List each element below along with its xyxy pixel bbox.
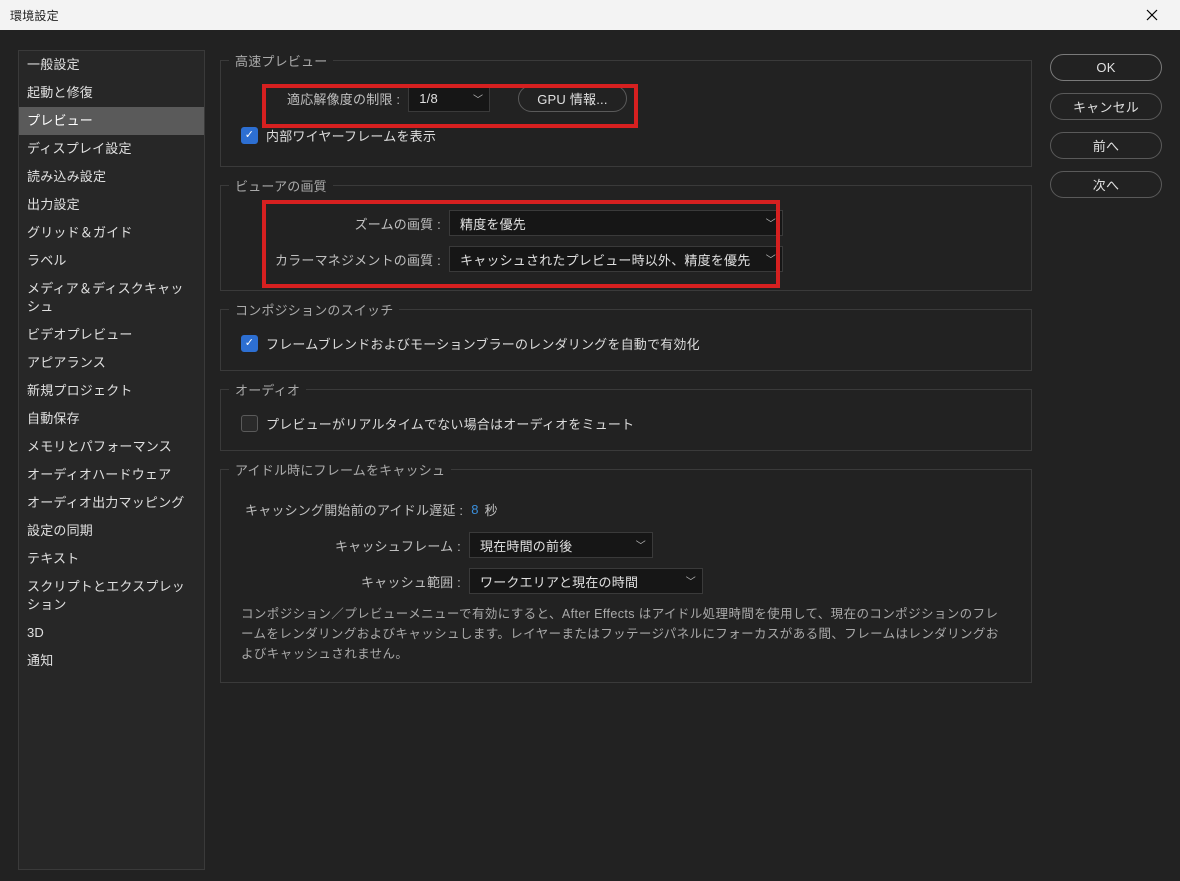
sidebar-item-video-preview[interactable]: ビデオプレビュー bbox=[19, 321, 204, 349]
chevron-down-icon: ﹀ bbox=[473, 90, 483, 105]
zoom-quality-label: ズームの画質 : bbox=[241, 214, 441, 233]
sidebar-item-media-disk-cache[interactable]: メディア＆ディスクキャッシュ bbox=[19, 275, 204, 321]
sidebar-item-sync-settings[interactable]: 設定の同期 bbox=[19, 517, 204, 545]
color-mgmt-quality-select[interactable]: キャッシュされたプレビュー時以外、精度を優先 ﹀ bbox=[449, 246, 783, 272]
sidebar-item-new-project[interactable]: 新規プロジェクト bbox=[19, 377, 204, 405]
window-title: 環境設定 bbox=[10, 7, 59, 24]
group-title: アイドル時にフレームをキャッシュ bbox=[229, 460, 451, 479]
sidebar-item-labels[interactable]: ラベル bbox=[19, 247, 204, 275]
color-mgmt-quality-label: カラーマネジメントの画質 : bbox=[241, 250, 441, 269]
close-button[interactable] bbox=[1132, 0, 1172, 30]
cache-range-select[interactable]: ワークエリアと現在の時間 ﹀ bbox=[469, 568, 703, 594]
sidebar-item-type[interactable]: テキスト bbox=[19, 545, 204, 573]
group-viewer-quality: ビューアの画質 ズームの画質 : 精度を優先 ﹀ カラーマネジメントの画質 : … bbox=[220, 185, 1032, 291]
next-button[interactable]: 次へ bbox=[1050, 171, 1162, 198]
group-comp-switches: コンポジションのスイッチ フレームブレンドおよびモーションブラーのレンダリングを… bbox=[220, 309, 1032, 371]
previous-button[interactable]: 前へ bbox=[1050, 132, 1162, 159]
chevron-down-icon: ﹀ bbox=[766, 251, 776, 266]
idle-delay-value[interactable]: 8 bbox=[471, 502, 478, 517]
close-icon bbox=[1146, 9, 1158, 21]
show-internal-wireframes-checkbox[interactable]: 内部ワイヤーフレームを表示 bbox=[241, 126, 436, 145]
sidebar-item-import[interactable]: 読み込み設定 bbox=[19, 163, 204, 191]
adaptive-resolution-select[interactable]: 1/8 ﹀ bbox=[408, 86, 490, 112]
sidebar-item-general[interactable]: 一般設定 bbox=[19, 51, 204, 79]
sidebar-item-output[interactable]: 出力設定 bbox=[19, 191, 204, 219]
select-value: 精度を優先 bbox=[460, 214, 526, 233]
adaptive-resolution-label: 適応解像度の制限 : bbox=[287, 89, 400, 108]
sidebar-item-notifications[interactable]: 通知 bbox=[19, 647, 204, 675]
sidebar-item-audio-hardware[interactable]: オーディオハードウェア bbox=[19, 461, 204, 489]
select-value: ワークエリアと現在の時間 bbox=[480, 572, 638, 591]
checkbox-label: 内部ワイヤーフレームを表示 bbox=[266, 126, 436, 145]
group-fast-previews: 高速プレビュー 適応解像度の制限 : 1/8 ﹀ GPU 情報... 内部ワイヤ… bbox=[220, 60, 1032, 167]
sidebar-item-grids-guides[interactable]: グリッド＆ガイド bbox=[19, 219, 204, 247]
zoom-quality-select[interactable]: 精度を優先 ﹀ bbox=[449, 210, 783, 236]
cache-frames-select[interactable]: 現在時間の前後 ﹀ bbox=[469, 532, 653, 558]
titlebar: 環境設定 bbox=[0, 0, 1180, 30]
sidebar-item-memory-performance[interactable]: メモリとパフォーマンス bbox=[19, 433, 204, 461]
sidebar-item-3d[interactable]: 3D bbox=[19, 619, 204, 647]
idle-cache-description: コンポジション／プレビューメニューで有効にすると、After Effects は… bbox=[241, 604, 1011, 664]
cache-range-label: キャッシュ範囲 : bbox=[241, 572, 461, 591]
chevron-down-icon: ﹀ bbox=[636, 537, 646, 552]
group-cache-frames-idle: アイドル時にフレームをキャッシュ キャッシング開始前のアイドル遅延 : 8 秒 … bbox=[220, 469, 1032, 683]
sidebar-item-previews[interactable]: プレビュー bbox=[19, 107, 204, 135]
sidebar-item-audio-output-mapping[interactable]: オーディオ出力マッピング bbox=[19, 489, 204, 517]
sidebar-item-appearance[interactable]: アピアランス bbox=[19, 349, 204, 377]
sidebar-item-startup-repair[interactable]: 起動と修復 bbox=[19, 79, 204, 107]
checkbox-icon bbox=[241, 415, 258, 432]
select-value: キャッシュされたプレビュー時以外、精度を優先 bbox=[460, 250, 750, 269]
sidebar-item-scripting-expressions[interactable]: スクリプトとエクスプレッション bbox=[19, 573, 204, 619]
group-title: オーディオ bbox=[229, 380, 306, 399]
cache-frames-label: キャッシュフレーム : bbox=[241, 536, 461, 555]
mute-audio-non-realtime-checkbox[interactable]: プレビューがリアルタイムでない場合はオーディオをミュート bbox=[241, 414, 634, 433]
gpu-info-button[interactable]: GPU 情報... bbox=[518, 85, 626, 112]
chevron-down-icon: ﹀ bbox=[686, 573, 696, 588]
checkbox-icon bbox=[241, 335, 258, 352]
checkbox-label: プレビューがリアルタイムでない場合はオーディオをミュート bbox=[266, 414, 634, 433]
select-value: 1/8 bbox=[419, 91, 438, 106]
chevron-down-icon: ﹀ bbox=[766, 215, 776, 230]
checkbox-label: フレームブレンドおよびモーションブラーのレンダリングを自動で有効化 bbox=[266, 334, 700, 353]
idle-delay-label: キャッシング開始前のアイドル遅延 : bbox=[245, 500, 463, 519]
sidebar: 一般設定 起動と修復 プレビュー ディスプレイ設定 読み込み設定 出力設定 グリ… bbox=[18, 50, 205, 870]
group-title: 高速プレビュー bbox=[229, 51, 333, 70]
idle-delay-unit: 秒 bbox=[485, 500, 498, 519]
sidebar-item-display[interactable]: ディスプレイ設定 bbox=[19, 135, 204, 163]
group-title: ビューアの画質 bbox=[229, 176, 333, 195]
select-value: 現在時間の前後 bbox=[480, 536, 572, 555]
cancel-button[interactable]: キャンセル bbox=[1050, 93, 1162, 120]
ok-button[interactable]: OK bbox=[1050, 54, 1162, 81]
group-audio: オーディオ プレビューがリアルタイムでない場合はオーディオをミュート bbox=[220, 389, 1032, 451]
group-title: コンポジションのスイッチ bbox=[229, 300, 399, 319]
sidebar-item-auto-save[interactable]: 自動保存 bbox=[19, 405, 204, 433]
auto-frame-blend-motion-blur-checkbox[interactable]: フレームブレンドおよびモーションブラーのレンダリングを自動で有効化 bbox=[241, 334, 700, 353]
checkbox-icon bbox=[241, 127, 258, 144]
